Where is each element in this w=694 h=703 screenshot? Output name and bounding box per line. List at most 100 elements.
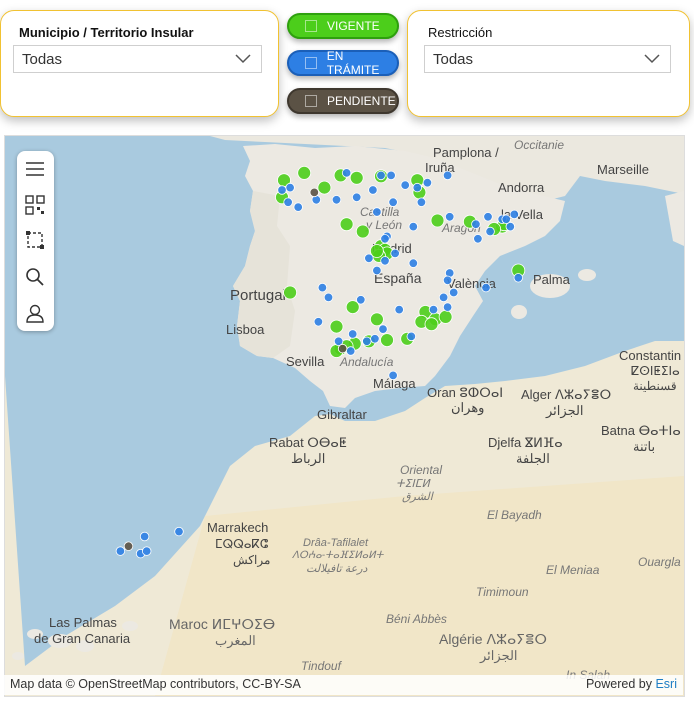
point-tramite[interactable]: [376, 170, 386, 181]
point-vigente[interactable]: [380, 333, 394, 348]
point-tramite[interactable]: [449, 287, 459, 298]
restriccion-select[interactable]: Todas: [424, 45, 671, 73]
point-tramite[interactable]: [422, 178, 433, 188]
point-tramite[interactable]: [372, 207, 382, 217]
point-tramite[interactable]: [445, 212, 455, 222]
point-tramite[interactable]: [368, 185, 378, 195]
label-tindouf: Tindouf: [301, 659, 343, 673]
point-tramite[interactable]: [285, 182, 295, 193]
point-tramite[interactable]: [394, 304, 404, 315]
point-tramite[interactable]: [141, 546, 152, 556]
legend-vigente[interactable]: VIGENTE: [287, 13, 399, 39]
legend-tramite[interactable]: EN TRÁMITE: [287, 49, 399, 77]
point-tramite[interactable]: [442, 170, 453, 181]
point-tramite[interactable]: [277, 185, 287, 195]
point-tramite[interactable]: [364, 253, 374, 264]
point-tramite[interactable]: [370, 334, 380, 344]
point-tramite[interactable]: [380, 256, 390, 266]
point-tramite[interactable]: [362, 336, 372, 347]
esri-link[interactable]: Esri: [655, 677, 677, 691]
search-icon[interactable]: [25, 267, 45, 287]
point-tramite[interactable]: [331, 195, 342, 205]
user-icon[interactable]: [25, 303, 45, 323]
point-tramite[interactable]: [390, 248, 400, 259]
municipio-select[interactable]: Todas: [13, 45, 262, 73]
map-toolbar: [17, 151, 54, 331]
point-vigente[interactable]: [430, 213, 445, 228]
point-tramite[interactable]: [473, 234, 483, 244]
point-vigente[interactable]: [355, 224, 370, 239]
label-elbayadh: El Bayadh: [487, 508, 542, 522]
point-vigente[interactable]: [438, 309, 453, 324]
label-algerie-2: الجزائر: [479, 648, 518, 664]
point-vigente[interactable]: [297, 166, 312, 180]
legend-pendiente-label: PENDIENTE: [327, 94, 396, 108]
point-tramite[interactable]: [509, 209, 520, 220]
point-tramite[interactable]: [380, 234, 390, 244]
point-tramite[interactable]: [408, 221, 419, 232]
point-tramite[interactable]: [416, 197, 427, 207]
point-tramite[interactable]: [346, 346, 356, 356]
restriccion-label: Restricción: [428, 25, 493, 40]
map-view[interactable]: Occitanie Marseille Pamplona / Iruña And…: [4, 135, 685, 697]
point-tramite[interactable]: [471, 219, 481, 229]
point-vigente[interactable]: [369, 312, 384, 327]
menu-icon[interactable]: [25, 159, 45, 179]
point-tramite[interactable]: [283, 197, 293, 207]
point-tramite[interactable]: [139, 531, 150, 542]
point-tramite[interactable]: [378, 324, 388, 334]
point-tramite[interactable]: [386, 170, 396, 181]
legend-pendiente[interactable]: PENDIENTE: [287, 88, 399, 114]
point-tramite[interactable]: [372, 265, 382, 276]
point-vigente[interactable]: [339, 217, 354, 232]
point-tramite[interactable]: [313, 317, 324, 327]
point-vigente[interactable]: [424, 317, 439, 332]
label-leon: y León: [365, 218, 402, 232]
qr-code-icon[interactable]: [25, 195, 45, 215]
point-pendiente[interactable]: [309, 187, 320, 198]
point-tramite[interactable]: [356, 295, 366, 305]
point-tramite[interactable]: [513, 273, 524, 283]
label-rabat-2: الرباط: [291, 451, 325, 467]
label-draa-2: ⴷⵔⵄⴰ-ⵜⴰⴼⵉⵍⴰⵍⵜ: [292, 550, 385, 561]
label-draa-1: Drâa-Tafilalet: [303, 537, 369, 549]
municipio-value: Todas: [22, 50, 63, 68]
point-tramite[interactable]: [388, 370, 398, 381]
point-vigente[interactable]: [349, 170, 364, 185]
point-tramite[interactable]: [406, 331, 417, 342]
point-tramite[interactable]: [408, 258, 419, 268]
point-tramite[interactable]: [483, 212, 493, 222]
point-vigente[interactable]: [329, 319, 344, 334]
label-timimoun: Timimoun: [476, 585, 529, 599]
point-tramite[interactable]: [174, 526, 184, 537]
point-tramite[interactable]: [341, 168, 352, 178]
point-tramite[interactable]: [442, 302, 453, 312]
point-tramite[interactable]: [115, 546, 126, 556]
point-vigente[interactable]: [283, 285, 298, 300]
point-pendiente[interactable]: [337, 343, 348, 354]
point-pendiente[interactable]: [123, 541, 134, 551]
label-oriental-1: Oriental: [400, 463, 442, 477]
point-tramite[interactable]: [348, 329, 358, 339]
point-tramite[interactable]: [438, 292, 449, 303]
label-sevilla: Sevilla: [286, 354, 325, 369]
point-tramite[interactable]: [317, 282, 328, 293]
point-tramite[interactable]: [323, 292, 334, 303]
point-tramite[interactable]: [352, 192, 362, 203]
point-tramite[interactable]: [485, 226, 495, 237]
point-tramite[interactable]: [501, 214, 511, 225]
label-andorra-1: Andorra: [498, 180, 545, 195]
point-vigente[interactable]: [317, 180, 332, 195]
point-tramite[interactable]: [388, 197, 398, 207]
map-canvas[interactable]: Occitanie Marseille Pamplona / Iruña And…: [5, 136, 684, 696]
label-constantine-2: ⵇⵙⵏⵟⵉⵏⴰ: [631, 364, 680, 378]
point-tramite[interactable]: [293, 202, 303, 212]
point-tramite[interactable]: [400, 180, 410, 190]
point-tramite[interactable]: [412, 182, 423, 193]
select-area-icon[interactable]: [25, 230, 45, 250]
point-tramite[interactable]: [442, 275, 453, 286]
label-pamplona-1: Pamplona /: [433, 145, 499, 160]
point-tramite[interactable]: [481, 282, 491, 293]
powered-by-text: Powered by: [585, 677, 652, 691]
point-tramite[interactable]: [428, 304, 439, 315]
